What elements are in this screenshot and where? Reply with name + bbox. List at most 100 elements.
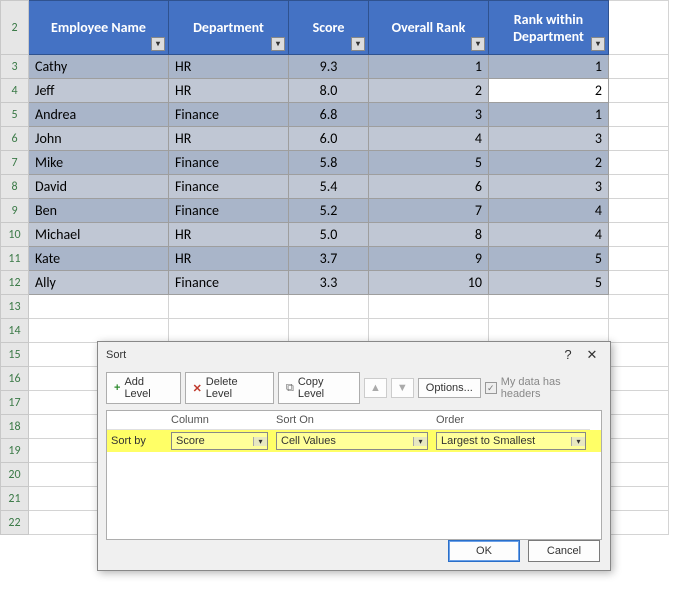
cell[interactable] <box>609 487 669 511</box>
cell[interactable]: Michael <box>29 223 169 247</box>
row-header[interactable]: 2 <box>1 1 29 55</box>
cell[interactable]: Kate <box>29 247 169 271</box>
cell[interactable]: 2 <box>489 151 609 175</box>
row-header[interactable]: 21 <box>1 487 29 511</box>
cell[interactable]: 9 <box>369 247 489 271</box>
cell[interactable]: 10 <box>369 271 489 295</box>
cell[interactable] <box>369 295 489 319</box>
cell[interactable]: HR <box>169 223 289 247</box>
filter-dropdown-icon[interactable]: ▾ <box>351 37 365 51</box>
column-header-cell[interactable]: Employee Name▾ <box>29 1 169 55</box>
column-header-cell[interactable]: Overall Rank▾ <box>369 1 489 55</box>
ok-button[interactable]: OK <box>448 540 520 562</box>
cell[interactable]: 5.0 <box>289 223 369 247</box>
cell[interactable]: 3 <box>489 175 609 199</box>
cancel-button[interactable]: Cancel <box>528 540 600 562</box>
cell[interactable]: 1 <box>369 55 489 79</box>
cell[interactable] <box>609 151 669 175</box>
cell[interactable]: John <box>29 127 169 151</box>
cell[interactable] <box>609 79 669 103</box>
cell[interactable]: HR <box>169 247 289 271</box>
cell[interactable] <box>609 271 669 295</box>
cell[interactable] <box>489 295 609 319</box>
cell[interactable]: 1 <box>489 55 609 79</box>
cell[interactable] <box>609 439 669 463</box>
cell[interactable]: Finance <box>169 175 289 199</box>
cell[interactable]: Finance <box>169 199 289 223</box>
filter-dropdown-icon[interactable]: ▾ <box>471 37 485 51</box>
cell[interactable] <box>609 175 669 199</box>
cell[interactable]: 3 <box>489 127 609 151</box>
add-level-button[interactable]: +Add Level <box>106 372 181 404</box>
cell[interactable]: 4 <box>489 223 609 247</box>
cell[interactable]: David <box>29 175 169 199</box>
cell[interactable]: 2 <box>489 79 609 103</box>
cell[interactable]: Finance <box>169 103 289 127</box>
row-header[interactable]: 19 <box>1 439 29 463</box>
cell[interactable] <box>29 319 169 343</box>
dialog-titlebar[interactable]: Sort ? ✕ <box>98 342 610 368</box>
cell[interactable]: 3 <box>369 103 489 127</box>
row-header[interactable]: 18 <box>1 415 29 439</box>
row-header[interactable]: 14 <box>1 319 29 343</box>
row-header[interactable]: 22 <box>1 511 29 535</box>
cell[interactable]: Jeff <box>29 79 169 103</box>
cell[interactable]: 5 <box>369 151 489 175</box>
cell[interactable]: 8 <box>369 223 489 247</box>
cell[interactable] <box>609 415 669 439</box>
filter-dropdown-icon[interactable]: ▾ <box>271 37 285 51</box>
cell[interactable]: 6 <box>369 175 489 199</box>
row-header[interactable]: 9 <box>1 199 29 223</box>
cell[interactable]: 3.7 <box>289 247 369 271</box>
cell[interactable]: 1 <box>489 103 609 127</box>
cell[interactable]: 7 <box>369 199 489 223</box>
cell[interactable] <box>169 295 289 319</box>
options-button[interactable]: Options... <box>418 378 481 398</box>
cell[interactable]: 6.8 <box>289 103 369 127</box>
delete-level-button[interactable]: ✕Delete Level <box>185 372 274 404</box>
row-header[interactable]: 13 <box>1 295 29 319</box>
cell[interactable]: 5.2 <box>289 199 369 223</box>
cell[interactable]: HR <box>169 127 289 151</box>
cell[interactable]: Ben <box>29 199 169 223</box>
column-header-cell[interactable]: Rank within Department▾ <box>489 1 609 55</box>
cell[interactable] <box>609 103 669 127</box>
cell[interactable]: 5 <box>489 271 609 295</box>
cell[interactable]: Mike <box>29 151 169 175</box>
row-header[interactable]: 4 <box>1 79 29 103</box>
filter-dropdown-icon[interactable]: ▾ <box>151 37 165 51</box>
sort-level-row[interactable]: Sort by Score▾ Cell Values▾ Largest to S… <box>107 430 601 452</box>
help-icon[interactable]: ? <box>558 345 578 365</box>
cell[interactable] <box>609 199 669 223</box>
cell[interactable]: 4 <box>489 199 609 223</box>
cell[interactable] <box>369 319 489 343</box>
cell[interactable] <box>609 391 669 415</box>
cell[interactable] <box>609 343 669 367</box>
cell[interactable] <box>169 319 289 343</box>
row-header[interactable]: 3 <box>1 55 29 79</box>
cell[interactable]: 3.3 <box>289 271 369 295</box>
cell[interactable]: Andrea <box>29 103 169 127</box>
cell[interactable] <box>609 247 669 271</box>
sorton-combo[interactable]: Cell Values▾ <box>276 432 428 450</box>
cell[interactable] <box>609 295 669 319</box>
copy-level-button[interactable]: ⧉Copy Level <box>278 372 360 404</box>
cell[interactable]: HR <box>169 79 289 103</box>
close-icon[interactable]: ✕ <box>582 345 602 365</box>
cell[interactable]: 5 <box>489 247 609 271</box>
column-header-cell[interactable]: Score▾ <box>289 1 369 55</box>
row-header[interactable]: 6 <box>1 127 29 151</box>
cell[interactable]: Finance <box>169 151 289 175</box>
row-header[interactable]: 12 <box>1 271 29 295</box>
cell[interactable] <box>609 511 669 535</box>
cell[interactable]: HR <box>169 55 289 79</box>
cell[interactable] <box>609 319 669 343</box>
cell[interactable] <box>29 295 169 319</box>
cell[interactable] <box>609 223 669 247</box>
filter-dropdown-icon[interactable]: ▾ <box>591 37 605 51</box>
row-header[interactable]: 7 <box>1 151 29 175</box>
row-header[interactable]: 5 <box>1 103 29 127</box>
row-header[interactable]: 16 <box>1 367 29 391</box>
row-header[interactable]: 8 <box>1 175 29 199</box>
cell[interactable]: Finance <box>169 271 289 295</box>
